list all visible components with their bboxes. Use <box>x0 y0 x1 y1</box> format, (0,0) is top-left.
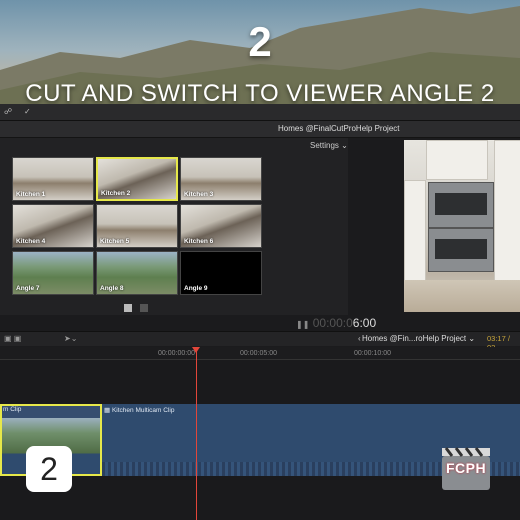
timeline-project-menu[interactable]: Homes @Fin...roHelp Project ⌄ <box>362 334 475 343</box>
project-title: Homes @FinalCutProHelp Project <box>278 124 400 133</box>
angle-label: Kitchen 6 <box>184 238 214 245</box>
angle-label: Angle 8 <box>100 285 124 292</box>
title-banner: 2 CUT AND SWITCH TO VIEWER ANGLE 2 <box>0 0 520 112</box>
angle-kitchen-2[interactable]: Kitchen 2 <box>96 157 178 201</box>
angle-label: Angle 9 <box>184 285 208 292</box>
key-icon[interactable]: ☍ <box>4 107 12 117</box>
playhead-marker[interactable] <box>192 347 200 353</box>
settings-label: Settings <box>310 141 339 150</box>
edit-tools-icon[interactable]: ▣ ▣ <box>4 334 21 343</box>
step-badge: 2 <box>26 446 72 492</box>
angle-label: Kitchen 1 <box>16 191 46 198</box>
main-viewer <box>404 140 520 312</box>
angle-label: Kitchen 3 <box>184 191 214 198</box>
oven-window <box>435 239 487 259</box>
angle-kitchen-4[interactable]: Kitchen 4 <box>12 204 94 248</box>
clip-name-text: Kitchen Multicam Clip <box>111 407 175 414</box>
playhead[interactable] <box>196 347 197 520</box>
timecode-dim: 00:00:0 <box>312 316 353 330</box>
logo-text: FCPH <box>445 460 487 476</box>
selected-clip-name: m Clip <box>3 406 22 413</box>
grid-view-icon[interactable] <box>124 304 132 312</box>
upper-cabinet <box>426 140 488 180</box>
left-cabinet <box>404 180 426 292</box>
viewer-timecode: ❚❚ 00:00:06:00 <box>296 316 376 330</box>
angle-kitchen-3[interactable]: Kitchen 3 <box>180 157 262 201</box>
countertop <box>404 280 520 312</box>
select-tool-icon[interactable]: ➤⌄ <box>64 334 77 343</box>
settings-menu[interactable]: Settings ⌄ <box>310 141 348 150</box>
timeline-ruler[interactable]: 00:00:00:00 00:00:05:00 00:00:10:00 <box>0 347 520 360</box>
project-bar: Homes @FinalCutProHelp Project <box>0 121 520 138</box>
pause-icon[interactable]: ❚❚ <box>296 320 309 329</box>
grid-alt-icon[interactable] <box>140 304 149 312</box>
ruler-tick: 00:00:10:00 <box>354 350 391 357</box>
angle-9[interactable]: Angle 9 <box>180 251 262 295</box>
angle-kitchen-6[interactable]: Kitchen 6 <box>180 204 262 248</box>
tall-cabinet <box>494 140 520 292</box>
timecode-value: 6:00 <box>352 316 377 330</box>
lower-oven <box>428 228 494 272</box>
ruler-tick: 00:00:00:00 <box>158 350 195 357</box>
angle-8[interactable]: Angle 8 <box>96 251 178 295</box>
step-number: 2 <box>248 18 272 65</box>
angle-label: Angle 7 <box>16 285 40 292</box>
angle-label: Kitchen 2 <box>101 190 131 197</box>
angle-label: Kitchen 5 <box>100 238 130 245</box>
ruler-tick: 00:00:05:00 <box>240 350 277 357</box>
angle-label: Kitchen 4 <box>16 238 46 245</box>
multicam-clip-name: ▦ Kitchen Multicam Clip <box>104 407 175 414</box>
checkmark-circle-icon[interactable]: ✓ <box>24 107 31 117</box>
angle-layout-controls <box>124 299 152 317</box>
upper-oven <box>428 182 494 228</box>
back-icon[interactable]: ‹ <box>358 334 361 343</box>
angle-kitchen-1[interactable]: Kitchen 1 <box>12 157 94 201</box>
fcph-logo: FCPH <box>440 446 492 492</box>
oven-window <box>435 193 487 215</box>
app-toolbar: ☍ ✓ <box>0 104 520 121</box>
angle-7[interactable]: Angle 7 <box>12 251 94 295</box>
angle-kitchen-5[interactable]: Kitchen 5 <box>96 204 178 248</box>
timeline-project-label: Homes @Fin...roHelp Project <box>362 334 467 343</box>
